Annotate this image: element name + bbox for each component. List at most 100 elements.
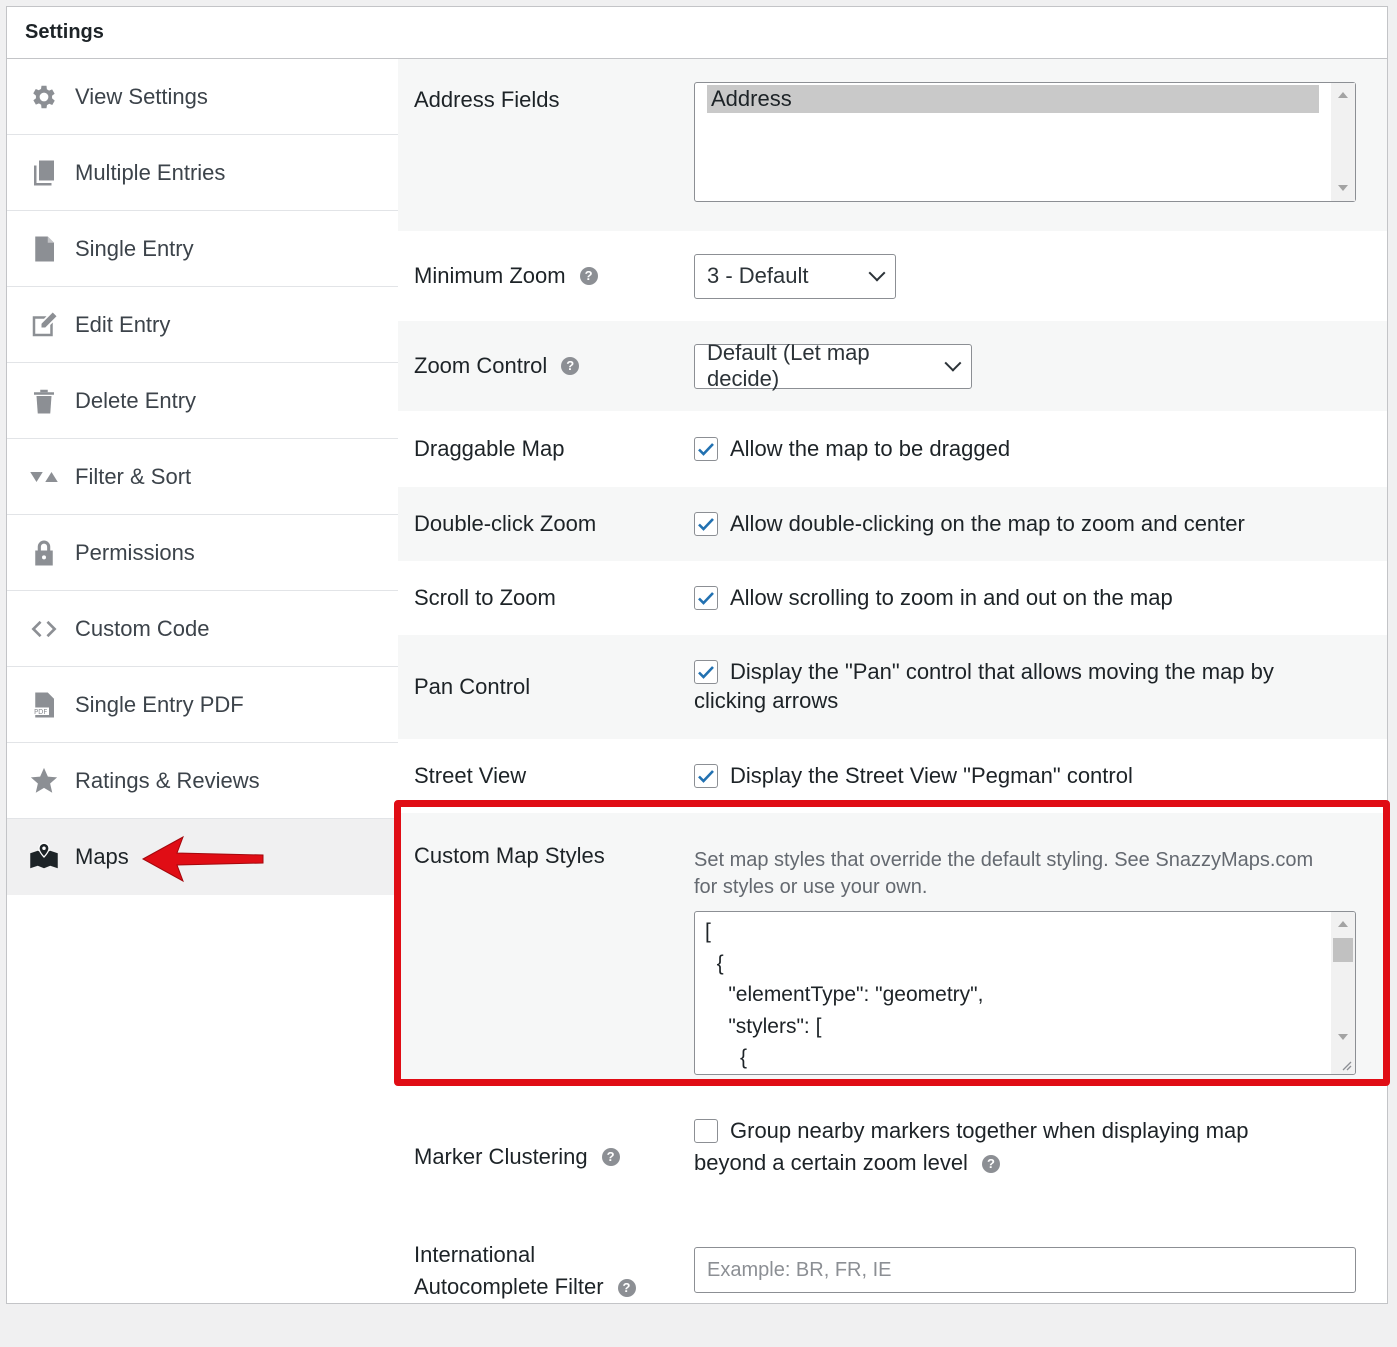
sidebar-item-label: View Settings (75, 83, 208, 109)
marker-clustering-label-text: Marker Clustering (414, 1144, 588, 1169)
minimum-zoom-label-text: Minimum Zoom (414, 263, 566, 288)
custom-map-styles-description-line1: Set map styles that override the default… (694, 849, 1314, 871)
pan-control-label: Pan Control (414, 674, 531, 699)
custom-map-styles-description-line2: for styles or use your own. (694, 876, 928, 898)
minimum-zoom-row: Minimum Zoom? 3 - Default (398, 231, 1387, 321)
sidebar-item-label: Delete Entry (75, 387, 197, 413)
scroll-up-icon[interactable] (1338, 92, 1348, 98)
sidebar-item-delete-entry[interactable]: Delete Entry (7, 363, 398, 439)
street-view-checkbox[interactable] (694, 764, 718, 788)
double-click-zoom-checkbox[interactable] (694, 512, 718, 536)
street-view-text: Display the Street View "Pegman" control (730, 763, 1133, 788)
sidebar-item-label: Ratings & Reviews (75, 767, 260, 793)
sidebar-item-maps[interactable]: Maps (7, 819, 398, 895)
settings-panel: Settings View Settings Multiple Entries … (6, 6, 1388, 1304)
marker-clustering-text-line1: Group nearby markers together when displ… (730, 1118, 1249, 1143)
autocomplete-filter-row: International Autocomplete Filter? (398, 1223, 1387, 1347)
checkmark-icon (698, 443, 714, 456)
marker-clustering-text-line2-text: beyond a certain zoom level (694, 1150, 968, 1175)
sidebar-item-single-entry[interactable]: Single Entry (7, 211, 398, 287)
scrollbar-thumb[interactable] (1333, 938, 1353, 962)
sidebar-item-label: Multiple Entries (75, 159, 226, 185)
zoom-control-select[interactable]: Default (Let map decide) (694, 340, 972, 391)
zoom-control-value: Default (Let map decide) (707, 340, 870, 391)
sidebar-item-ratings-reviews[interactable]: Ratings & Reviews (7, 743, 398, 819)
draggable-map-checkbox[interactable] (694, 437, 718, 461)
checkmark-icon (698, 518, 714, 531)
address-fields-select[interactable]: Address (694, 82, 1356, 202)
map-icon (27, 840, 61, 874)
pointer-arrow-icon (141, 835, 264, 883)
minimum-zoom-value: 3 - Default (707, 263, 809, 288)
pan-control-text-line1: Display the "Pan" control that allows mo… (730, 659, 1274, 684)
draggable-map-row: Draggable Map Allow the map to be dragge… (398, 411, 1387, 487)
marker-clustering-row: Marker Clustering? Group nearby markers … (398, 1083, 1387, 1223)
pdf-icon: PDF (27, 688, 61, 722)
help-icon[interactable]: ? (601, 1148, 620, 1166)
autocomplete-filter-input[interactable] (694, 1247, 1356, 1293)
chevron-down-icon (944, 354, 962, 372)
sidebar-item-multiple-entries[interactable]: Multiple Entries (7, 135, 398, 211)
scroll-to-zoom-label: Scroll to Zoom (414, 585, 556, 610)
sidebar-item-label: Custom Code (75, 615, 210, 641)
sidebar-item-edit-entry[interactable]: Edit Entry (7, 287, 398, 363)
marker-clustering-label: Marker Clustering? (398, 1083, 694, 1223)
sidebar-item-label: Single Entry (75, 235, 194, 261)
scroll-to-zoom-checkbox[interactable] (694, 586, 718, 610)
trash-icon (27, 384, 61, 418)
document-icon (27, 232, 61, 266)
scroll-up-icon[interactable] (1338, 921, 1348, 927)
edit-icon (27, 308, 61, 342)
sidebar-item-single-entry-pdf[interactable]: PDF Single Entry PDF (7, 667, 398, 743)
zoom-control-label: Zoom Control? (398, 321, 694, 411)
settings-content: Address Fields Address Minimum Zoom? 3 -… (398, 59, 1387, 1347)
scrollbar[interactable] (1331, 83, 1355, 201)
filter-sort-icon (27, 460, 61, 494)
help-icon[interactable]: ? (579, 267, 598, 285)
pan-control-checkbox[interactable] (694, 659, 718, 684)
minimum-zoom-label: Minimum Zoom? (398, 231, 694, 321)
autocomplete-filter-label-line2: Autocomplete Filter? (414, 1271, 694, 1303)
sidebar-item-label: Edit Entry (75, 311, 171, 337)
svg-text:PDF: PDF (34, 708, 47, 716)
help-icon[interactable]: ? (617, 1279, 636, 1298)
help-icon[interactable]: ? (981, 1155, 1000, 1174)
scroll-down-icon[interactable] (1338, 1034, 1348, 1040)
sidebar-item-label: Maps (75, 844, 129, 869)
address-fields-row: Address Fields Address (398, 59, 1387, 231)
code-icon (27, 612, 61, 646)
scrollbar[interactable] (1331, 912, 1355, 1074)
pan-control-row: Pan Control Display the "Pan" control th… (398, 635, 1387, 739)
double-click-zoom-text: Allow double-clicking on the map to zoom… (730, 511, 1245, 536)
draggable-map-label: Draggable Map (414, 436, 565, 461)
custom-map-styles-row: Custom Map Styles Set map styles that ov… (398, 813, 1387, 1083)
address-option[interactable]: Address (707, 85, 1319, 113)
checkmark-icon (698, 592, 714, 605)
settings-sidebar: View Settings Multiple Entries Single En… (7, 59, 398, 1303)
custom-map-styles-textarea[interactable]: [ { "elementType": "geometry", "stylers"… (694, 911, 1356, 1075)
zoom-control-label-text: Zoom Control (414, 353, 548, 378)
scroll-down-icon[interactable] (1338, 185, 1348, 191)
custom-map-styles-code[interactable]: [ { "elementType": "geometry", "stylers"… (695, 912, 1355, 1074)
gear-icon (27, 80, 61, 114)
minimum-zoom-select[interactable]: 3 - Default (694, 253, 896, 299)
sidebar-item-label: Permissions (75, 539, 195, 565)
sidebar-item-permissions[interactable]: Permissions (7, 515, 398, 591)
resize-handle-icon[interactable] (1340, 1059, 1352, 1071)
street-view-label: Street View (414, 763, 527, 788)
address-fields-label: Address Fields (414, 87, 560, 112)
star-icon (27, 764, 61, 798)
autocomplete-filter-label: International Autocomplete Filter? (398, 1223, 694, 1347)
sidebar-item-label: Filter & Sort (75, 463, 192, 489)
help-icon[interactable]: ? (561, 357, 580, 375)
draggable-map-text: Allow the map to be dragged (730, 436, 1011, 461)
autocomplete-filter-label-line1: International (414, 1242, 536, 1267)
chevron-down-icon (868, 264, 886, 282)
marker-clustering-text-line2: beyond a certain zoom level? (694, 1147, 1371, 1179)
marker-clustering-checkbox[interactable] (694, 1119, 718, 1143)
street-view-row: Street View Display the Street View "Peg… (398, 739, 1387, 813)
zoom-control-row: Zoom Control? Default (Let map decide) (398, 321, 1387, 411)
sidebar-item-view-settings[interactable]: View Settings (7, 59, 398, 135)
sidebar-item-filter-sort[interactable]: Filter & Sort (7, 439, 398, 515)
sidebar-item-custom-code[interactable]: Custom Code (7, 591, 398, 667)
